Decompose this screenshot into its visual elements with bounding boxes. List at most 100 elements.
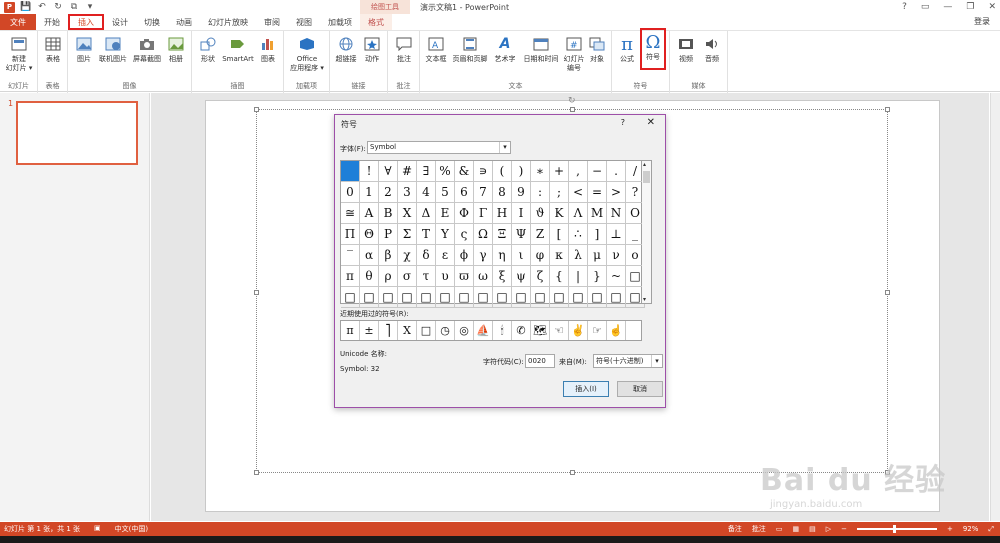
notes-button[interactable]: 备注 <box>728 524 742 534</box>
symbol-cell[interactable]: □ <box>607 287 626 308</box>
symbol-cell[interactable]: ) <box>512 161 531 182</box>
fit-slide-icon[interactable]: ⤢ <box>988 525 994 534</box>
symbol-cell[interactable]: σ <box>398 266 417 287</box>
resize-handle[interactable] <box>570 470 575 475</box>
album-button[interactable]: 相册 <box>164 35 188 64</box>
hyperlink-button[interactable]: 超链接 <box>333 35 359 64</box>
symbol-cell[interactable]: Μ <box>588 203 607 224</box>
minimize-icon[interactable]: — <box>943 2 952 12</box>
symbol-cell[interactable]: κ <box>550 245 569 266</box>
recent-symbol-cell[interactable]: ◎ <box>455 321 474 340</box>
symbol-cell[interactable]: Τ <box>417 224 436 245</box>
symbol-cell[interactable]: □ <box>455 287 474 308</box>
insert-button[interactable]: 插入(I) <box>563 381 609 397</box>
symbol-cell[interactable]: Α <box>360 203 379 224</box>
zoom-thumb[interactable] <box>892 525 896 533</box>
symbol-cell[interactable]: Π <box>341 224 360 245</box>
object-button[interactable]: 对象 <box>586 35 608 64</box>
symbol-cell[interactable]: + <box>550 161 569 182</box>
recent-symbol-cell[interactable]: ⛵ <box>474 321 493 340</box>
symbol-cell[interactable]: □ <box>588 287 607 308</box>
tab-7[interactable]: 审阅 <box>256 14 288 30</box>
symbol-cell[interactable]: Γ <box>474 203 493 224</box>
tab-10[interactable]: 格式 <box>360 14 392 30</box>
symbol-cell[interactable]: ( <box>493 161 512 182</box>
slide-number-button[interactable]: # 幻灯片 编号 <box>562 35 586 73</box>
font-select[interactable]: Symbol ▾ <box>367 141 511 154</box>
symbol-cell[interactable]: ∗ <box>531 161 550 182</box>
zoom-out-icon[interactable]: − <box>841 525 847 533</box>
symbol-cell[interactable]: 9 <box>512 182 531 203</box>
vertical-scrollbar[interactable] <box>990 93 1000 521</box>
comments-button[interactable]: 批注 <box>752 524 766 534</box>
symbol-cell[interactable]: ~ <box>607 266 626 287</box>
save-icon[interactable]: 💾 <box>20 2 31 12</box>
wordart-button[interactable]: A 艺术字 <box>490 35 520 64</box>
symbol-cell[interactable]: η <box>493 245 512 266</box>
tab-6[interactable]: 幻灯片放映 <box>200 14 256 30</box>
comment-button[interactable]: 批注 <box>392 35 416 64</box>
recent-symbol-cell[interactable]: ☝ <box>607 321 626 340</box>
smartart-button[interactable]: SmartArt <box>220 35 256 64</box>
symbol-cell[interactable]: = <box>588 182 607 203</box>
close-icon[interactable]: ✕ <box>988 2 996 12</box>
office-apps-button[interactable]: Office 应用程序 ▾ <box>288 35 326 73</box>
symbol-cell[interactable]: ϖ <box>455 266 474 287</box>
symbol-cell[interactable]: Σ <box>398 224 417 245</box>
symbol-cell[interactable]: 4 <box>417 182 436 203</box>
symbol-cell[interactable]: λ <box>569 245 588 266</box>
symbol-cell[interactable]: ρ <box>379 266 398 287</box>
spellcheck-icon[interactable]: ▣ <box>94 524 101 534</box>
symbol-cell[interactable]: : <box>531 182 550 203</box>
help-icon[interactable]: ? <box>902 2 907 12</box>
symbol-cell[interactable]: □ <box>550 287 569 308</box>
symbol-cell[interactable]: ; <box>550 182 569 203</box>
symbol-cell[interactable]: δ <box>417 245 436 266</box>
cancel-button[interactable]: 取消 <box>617 381 663 397</box>
symbol-cell[interactable]: < <box>569 182 588 203</box>
symbol-cell[interactable]: □ <box>436 287 455 308</box>
symbol-cell[interactable]: Ζ <box>531 224 550 245</box>
language-indicator[interactable]: 中文(中国) <box>115 524 148 534</box>
symbol-cell[interactable]: Ω <box>474 224 493 245</box>
symbol-cell[interactable]: 7 <box>474 182 493 203</box>
equation-button[interactable]: π 公式 <box>616 35 638 64</box>
symbol-cell[interactable]: Κ <box>550 203 569 224</box>
symbol-cell[interactable]: . <box>607 161 626 182</box>
symbol-cell[interactable]: ξ <box>493 266 512 287</box>
scroll-thumb[interactable] <box>643 171 650 183</box>
symbol-cell[interactable]: ν <box>607 245 626 266</box>
symbol-cell[interactable]: 3 <box>398 182 417 203</box>
symbol-cell[interactable]: ϑ <box>531 203 550 224</box>
symbol-cell[interactable]: 1 <box>360 182 379 203</box>
symbol-cell[interactable]: ] <box>588 224 607 245</box>
new-slide-button[interactable]: 新建 幻灯片 ▾ <box>3 35 35 73</box>
normal-view-icon[interactable]: ▭ <box>776 525 783 533</box>
tab-0[interactable]: 文件 <box>0 14 36 30</box>
symbol-cell[interactable]: − <box>588 161 607 182</box>
symbol-cell[interactable]: 8 <box>493 182 512 203</box>
symbol-cell[interactable]: χ <box>398 245 417 266</box>
charcode-input[interactable]: 0020 <box>525 354 555 368</box>
symbol-cell[interactable]: Β <box>379 203 398 224</box>
symbol-cell[interactable]: θ <box>360 266 379 287</box>
recent-symbol-cell[interactable]: ± <box>360 321 379 340</box>
scroll-down-icon[interactable]: ▾ <box>643 296 646 303</box>
symbol-cell[interactable]: % <box>436 161 455 182</box>
symbol-cell[interactable]: Θ <box>360 224 379 245</box>
tab-4[interactable]: 切换 <box>136 14 168 30</box>
symbol-cell[interactable]: # <box>398 161 417 182</box>
symbol-cell[interactable]: ‾ <box>341 245 360 266</box>
symbol-cell[interactable]: 6 <box>455 182 474 203</box>
symbol-cell[interactable]: ω <box>474 266 493 287</box>
symbol-cell[interactable]: π <box>341 266 360 287</box>
symbol-cell[interactable]: □ <box>569 287 588 308</box>
symbol-cell[interactable]: φ <box>531 245 550 266</box>
symbol-cell[interactable]: □ <box>341 287 360 308</box>
recent-symbol-cell[interactable]: X <box>398 321 417 340</box>
symbol-cell[interactable]: Ν <box>607 203 626 224</box>
symbol-cell[interactable]: Ι <box>512 203 531 224</box>
symbol-cell[interactable]: , <box>569 161 588 182</box>
recent-symbol-cell[interactable]: ◷ <box>436 321 455 340</box>
reading-view-icon[interactable]: ▤ <box>809 525 816 533</box>
